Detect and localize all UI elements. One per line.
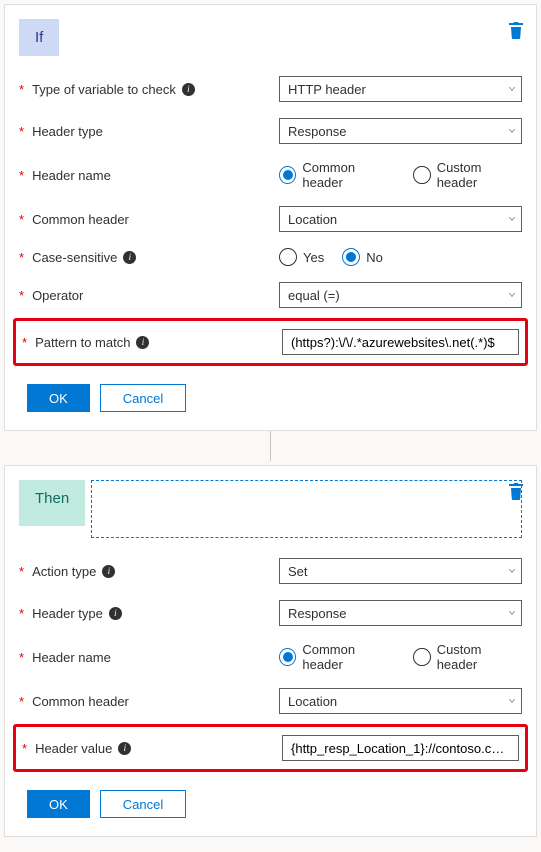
radio-icon [279, 648, 296, 666]
row-action-type: *Action typei Set [19, 550, 522, 592]
then-common-header-select[interactable]: Location [279, 688, 522, 714]
row-header-value: *Header valuei [22, 731, 519, 765]
delete-then-button[interactable] [508, 482, 524, 503]
chevron-down-icon [509, 217, 515, 221]
required-marker: * [19, 82, 24, 97]
row-operator: *Operator equal (=) [19, 274, 522, 316]
info-icon[interactable]: i [182, 83, 195, 96]
operator-select[interactable]: equal (=) [279, 282, 522, 308]
row-type-of-variable: * Type of variable to check i HTTP header [19, 68, 522, 110]
info-icon[interactable]: i [136, 336, 149, 349]
connector-line [270, 431, 271, 461]
if-card: If * Type of variable to check i HTTP head… [4, 4, 537, 431]
action-type-select[interactable]: Set [279, 558, 522, 584]
radio-then-custom-header[interactable]: Custom header [413, 642, 522, 672]
pattern-highlight: *Pattern to matchi [13, 318, 528, 366]
radio-icon [279, 166, 296, 184]
chevron-down-icon [509, 87, 515, 91]
trash-icon [508, 482, 524, 500]
radio-yes[interactable]: Yes [279, 248, 324, 266]
if-block-label: If [19, 19, 59, 56]
chevron-down-icon [509, 569, 515, 573]
row-then-header-name: *Header name Common header Custom header [19, 634, 522, 680]
chevron-down-icon [509, 293, 515, 297]
pattern-input[interactable] [282, 329, 519, 355]
label-pattern: Pattern to match [35, 335, 130, 350]
row-then-header-type: *Header typei Response [19, 592, 522, 634]
ok-button[interactable]: OK [27, 790, 90, 818]
radio-then-common-header[interactable]: Common header [279, 642, 395, 672]
then-header-type-select[interactable]: Response [279, 600, 522, 626]
then-drop-zone[interactable] [91, 480, 522, 538]
then-buttons: OK Cancel [19, 790, 522, 818]
label-then-header-type: Header type [32, 606, 103, 621]
chevron-down-icon [509, 129, 515, 133]
radio-custom-header[interactable]: Custom header [413, 160, 522, 190]
label-common-header: Common header [32, 212, 129, 227]
chevron-down-icon [509, 699, 515, 703]
header-type-select[interactable]: Response [279, 118, 522, 144]
radio-common-header[interactable]: Common header [279, 160, 395, 190]
label-then-header-name: Header name [32, 650, 111, 665]
label-header-value: Header value [35, 741, 112, 756]
row-pattern: *Pattern to matchi [22, 325, 519, 359]
info-icon[interactable]: i [109, 607, 122, 620]
label-action-type: Action type [32, 564, 96, 579]
cancel-button[interactable]: Cancel [100, 384, 186, 412]
label-type-of-variable: Type of variable to check [32, 82, 176, 97]
info-icon[interactable]: i [118, 742, 131, 755]
radio-no[interactable]: No [342, 248, 383, 266]
header-value-input[interactable] [282, 735, 519, 761]
row-then-common-header: *Common header Location [19, 680, 522, 722]
radio-icon [279, 248, 297, 266]
if-buttons: OK Cancel [19, 384, 522, 412]
row-header-name: *Header name Common header Custom header [19, 152, 522, 198]
common-header-select[interactable]: Location [279, 206, 522, 232]
radio-icon [413, 166, 430, 184]
info-icon[interactable]: i [102, 565, 115, 578]
header-value-highlight: *Header valuei [13, 724, 528, 772]
ok-button[interactable]: OK [27, 384, 90, 412]
label-operator: Operator [32, 288, 83, 303]
info-icon[interactable]: i [123, 251, 136, 264]
row-common-header: *Common header Location [19, 198, 522, 240]
label-case-sensitive: Case-sensitive [32, 250, 117, 265]
radio-icon [342, 248, 360, 266]
trash-icon [508, 21, 524, 39]
type-of-variable-select[interactable]: HTTP header [279, 76, 522, 102]
cancel-button[interactable]: Cancel [100, 790, 186, 818]
label-header-name: Header name [32, 168, 111, 183]
delete-if-button[interactable] [508, 21, 524, 42]
row-case-sensitive: *Case-sensitivei Yes No [19, 240, 522, 274]
label-then-common-header: Common header [32, 694, 129, 709]
then-block-label: Then [19, 480, 85, 526]
chevron-down-icon [509, 611, 515, 615]
radio-icon [413, 648, 430, 666]
label-header-type: Header type [32, 124, 103, 139]
then-card: Then *Action typei Set *Header typei Res… [4, 465, 537, 837]
row-header-type: *Header type Response [19, 110, 522, 152]
